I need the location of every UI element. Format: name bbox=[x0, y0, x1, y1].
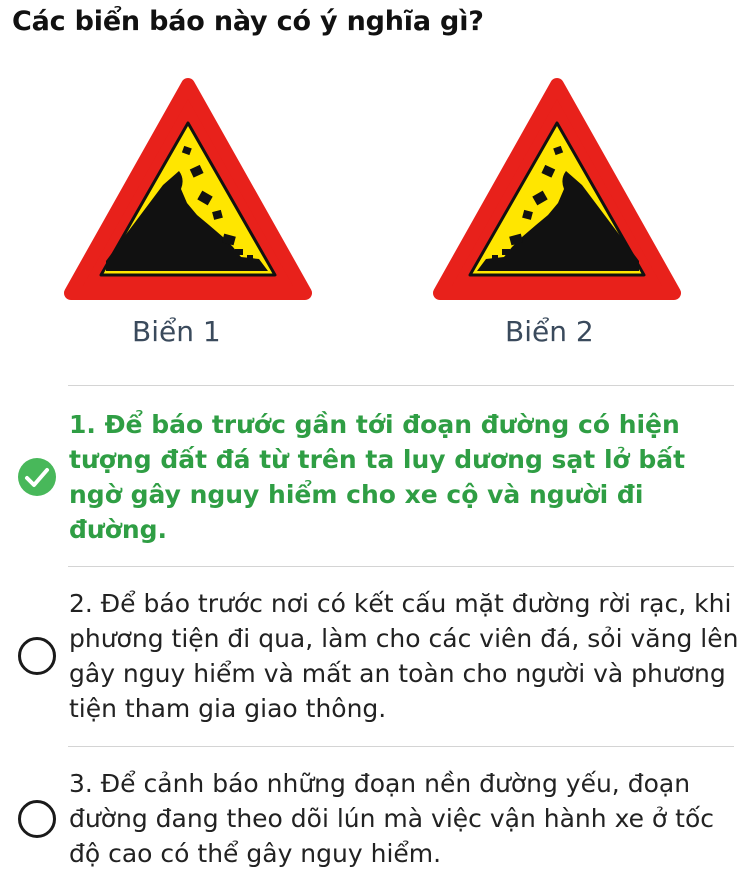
falling-rocks-right-sign-icon bbox=[433, 78, 681, 300]
answer-1-checkmark-icon[interactable] bbox=[18, 458, 56, 496]
answer-2-radio[interactable] bbox=[18, 637, 56, 675]
question-title: Các biển báo này có ý nghĩa gì? bbox=[12, 6, 484, 37]
divider bbox=[68, 566, 734, 567]
answer-3-radio[interactable] bbox=[18, 800, 56, 838]
divider bbox=[68, 385, 734, 386]
divider bbox=[68, 746, 734, 747]
sign-2-caption: Biển 2 bbox=[505, 315, 594, 348]
answer-1-text[interactable]: 1. Để báo trước gần tới đoạn đường có hi… bbox=[69, 407, 739, 547]
sign-1-caption: Biển 1 bbox=[132, 315, 221, 348]
answer-2-text[interactable]: 2. Để báo trước nơi có kết cấu mặt đường… bbox=[69, 586, 739, 726]
falling-rocks-left-sign-icon bbox=[64, 78, 312, 300]
answer-3-text[interactable]: 3. Để cảnh báo những đoạn nền đường yếu,… bbox=[69, 766, 739, 871]
